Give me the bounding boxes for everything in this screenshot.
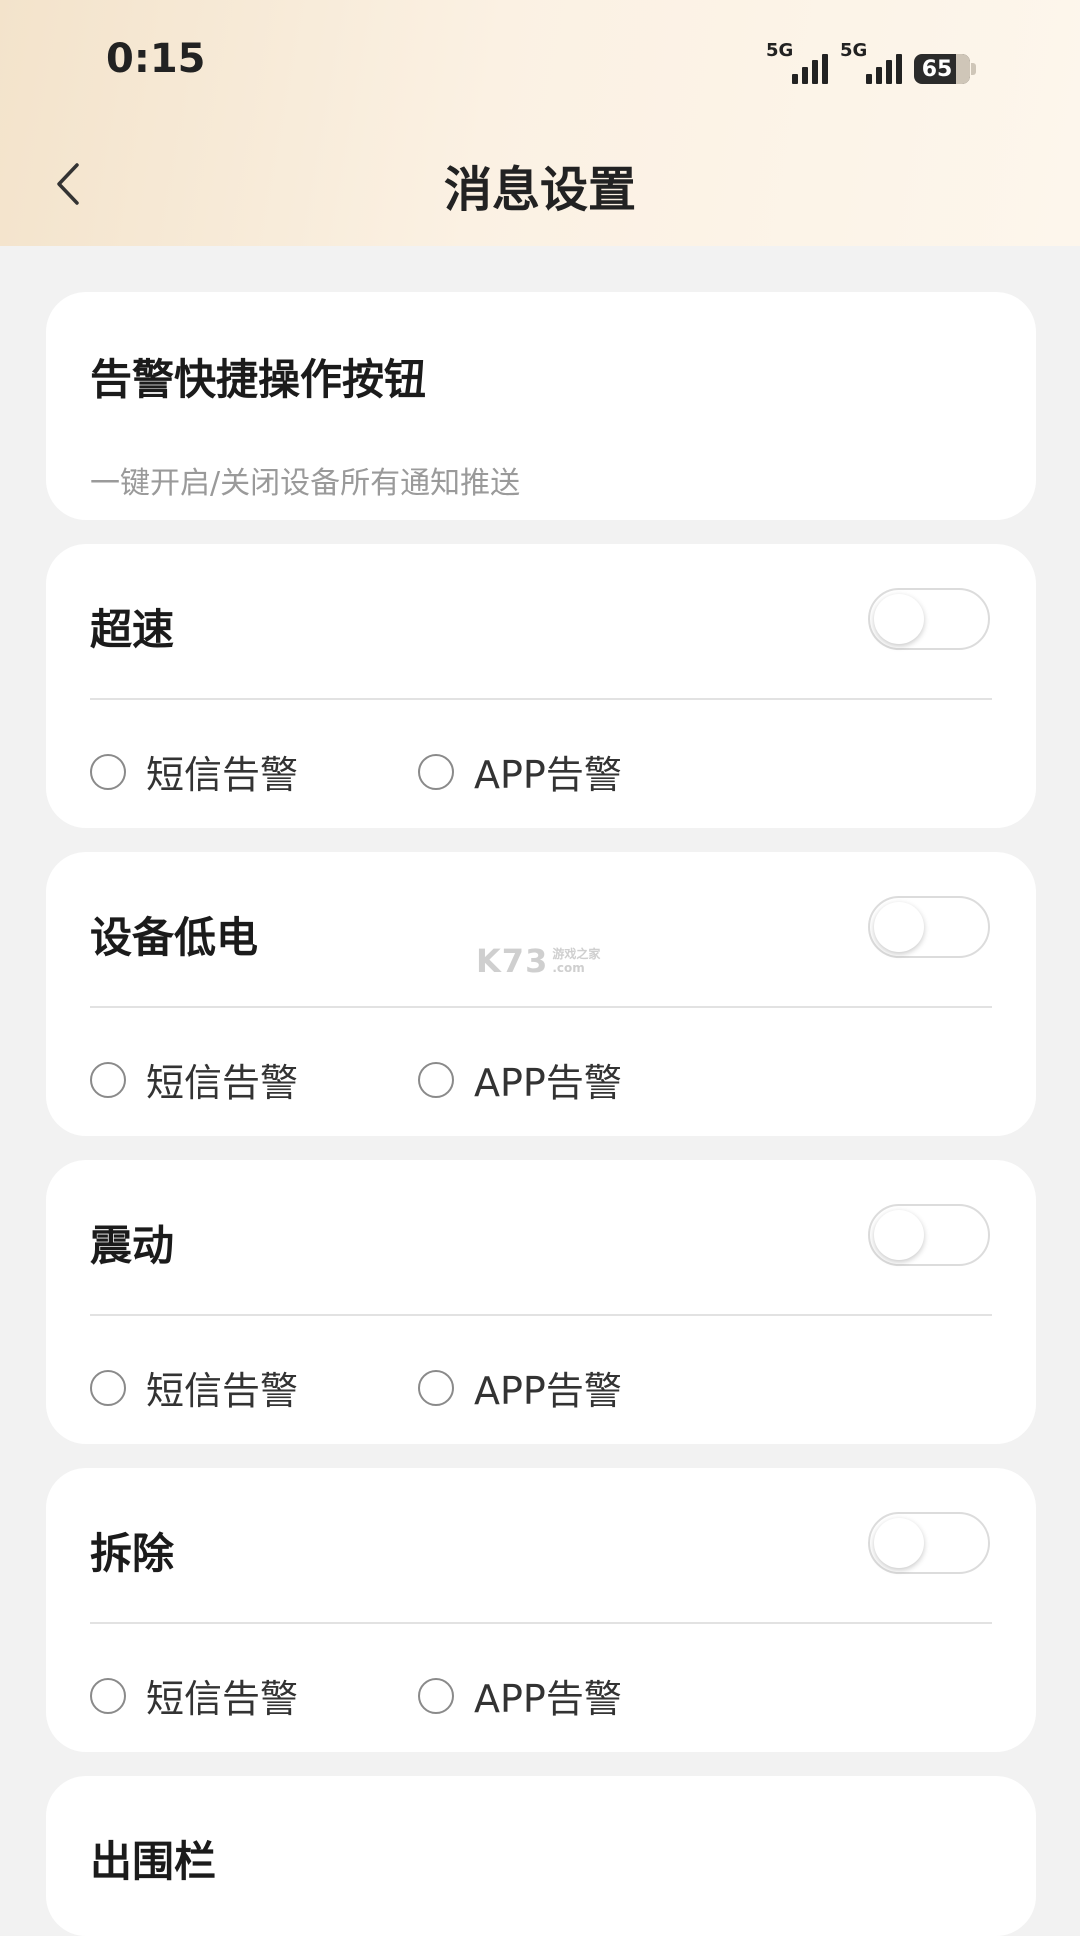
quick-action-card[interactable]: 告警快捷操作按钮 一键开启/关闭设备所有通知推送 [46, 292, 1036, 520]
signal-2-icon: 5G [840, 40, 902, 84]
signal-1-label: 5G [766, 40, 794, 61]
sms-alert-option[interactable]: 短信告警 [90, 1668, 298, 1723]
alert-card-overspeed: 超速 短信告警 APP告警 [46, 544, 1036, 828]
app-alert-label: APP告警 [474, 753, 622, 797]
sms-alert-label: 短信告警 [146, 1369, 299, 1413]
divider [90, 1314, 992, 1316]
app-alert-option[interactable]: APP告警 [418, 1668, 622, 1723]
alert-title: 超速 [90, 605, 175, 654]
toggle-knob [874, 902, 924, 952]
battery-icon: 65 [914, 54, 970, 84]
radio-icon [90, 753, 126, 790]
alert-toggle[interactable] [868, 1512, 990, 1574]
divider [90, 1622, 992, 1624]
toggle-knob [874, 594, 924, 644]
alert-card-vibration: 震动 短信告警 APP告警 [46, 1160, 1036, 1444]
fence-title: 出围栏 [90, 1837, 217, 1886]
alert-title: 震动 [90, 1221, 175, 1270]
sms-alert-option[interactable]: 短信告警 [90, 1360, 298, 1415]
watermark-logo: K73 游戏之家 .com [476, 942, 600, 980]
radio-icon [90, 1677, 126, 1714]
alert-title: 设备低电 [90, 913, 259, 962]
sms-alert-label: 短信告警 [146, 1061, 299, 1105]
sms-alert-option[interactable]: 短信告警 [90, 744, 298, 799]
quick-action-subtitle: 一键开启/关闭设备所有通知推送 [90, 466, 521, 501]
radio-icon [418, 753, 454, 790]
signal-1-icon: 5G [766, 40, 828, 84]
app-alert-option[interactable]: APP告警 [418, 1360, 622, 1415]
radio-icon [90, 1061, 126, 1098]
battery-level: 65 [921, 56, 953, 82]
radio-icon [418, 1677, 454, 1714]
radio-icon [90, 1369, 126, 1406]
app-alert-option[interactable]: APP告警 [418, 744, 622, 799]
header-bar: 0:15 5G 5G 65 消息设置 [0, 0, 1080, 246]
sms-alert-label: 短信告警 [146, 753, 299, 797]
toggle-knob [874, 1518, 924, 1568]
watermark-line2: .com [552, 961, 585, 975]
alert-card-low-battery: 设备低电 短信告警 APP告警 [46, 852, 1036, 1136]
alert-toggle[interactable] [868, 588, 990, 650]
app-alert-option[interactable]: APP告警 [418, 1052, 622, 1107]
watermark-line1: 游戏之家 [552, 947, 601, 961]
quick-action-title: 告警快捷操作按钮 [90, 355, 427, 404]
signal-2-label: 5G [840, 40, 868, 61]
alert-toggle[interactable] [868, 1204, 990, 1266]
radio-icon [418, 1369, 454, 1406]
status-time: 0:15 [106, 36, 206, 82]
app-alert-label: APP告警 [474, 1061, 622, 1105]
alert-title: 拆除 [90, 1529, 175, 1578]
app-alert-label: APP告警 [474, 1369, 622, 1413]
sms-alert-label: 短信告警 [146, 1677, 299, 1721]
watermark-brand: K73 [476, 942, 549, 980]
page-title: 消息设置 [443, 162, 636, 218]
toggle-knob [874, 1210, 924, 1260]
status-icons: 5G 5G 65 [766, 38, 976, 84]
alert-toggle[interactable] [868, 896, 990, 958]
sms-alert-option[interactable]: 短信告警 [90, 1052, 298, 1107]
divider [90, 1006, 992, 1008]
alert-card-removal: 拆除 短信告警 APP告警 [46, 1468, 1036, 1752]
app-alert-label: APP告警 [474, 1677, 622, 1721]
radio-icon [418, 1061, 454, 1098]
fence-card: 出围栏 [46, 1776, 1036, 1936]
divider [90, 698, 992, 700]
